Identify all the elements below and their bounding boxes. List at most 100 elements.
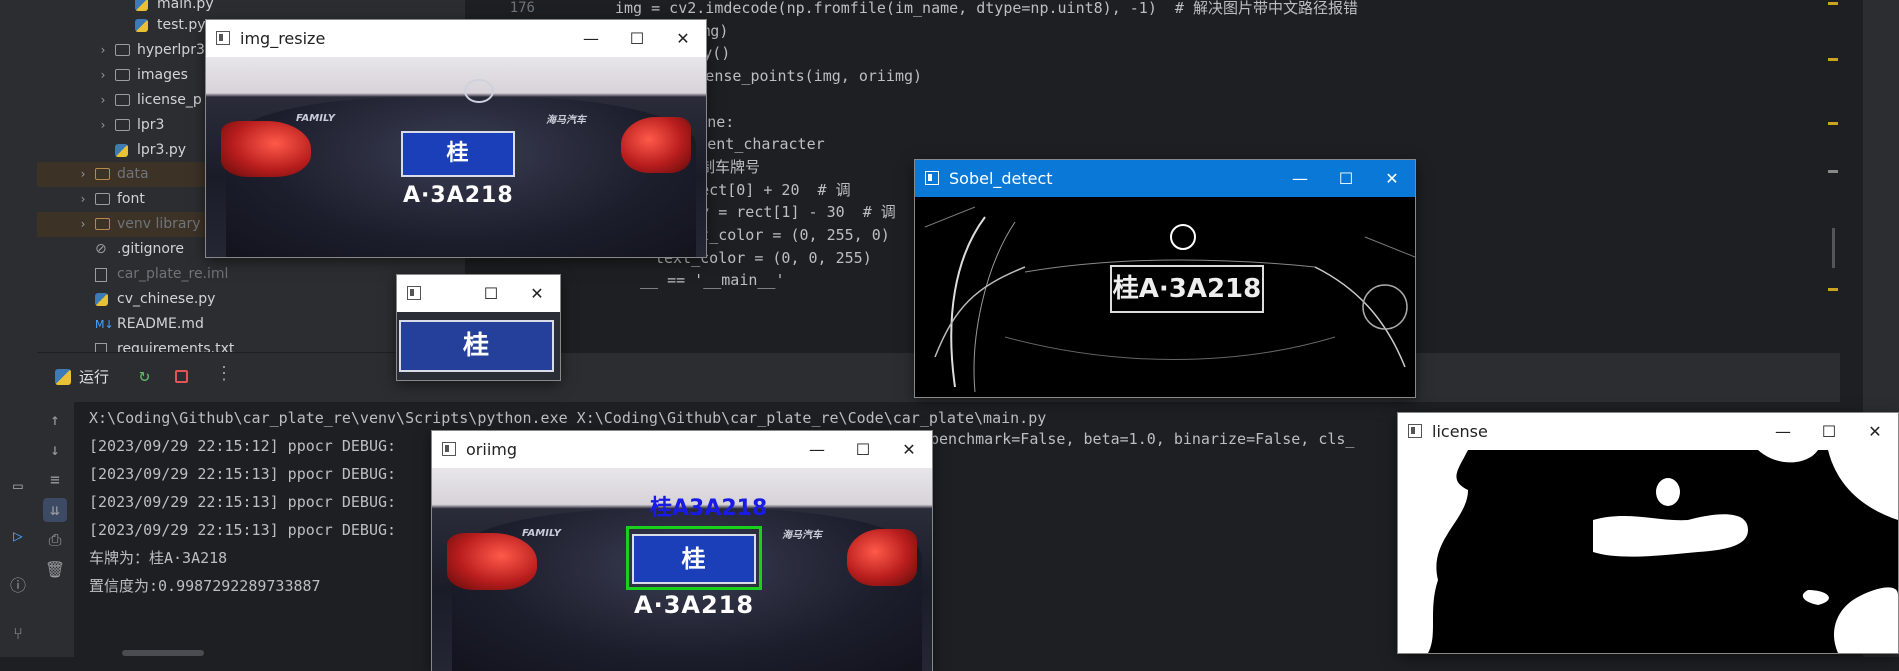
edge-plate: 桂A·3A218 [1110, 265, 1264, 313]
run-icon[interactable]: ▷ [6, 524, 30, 548]
print-icon[interactable]: ⎙ [43, 528, 67, 552]
console-line: [2023/09/29 22:15:12] ppocr DEBUG: [89, 437, 397, 455]
tree-item-label: .gitignore [117, 241, 184, 257]
minimize-button[interactable]: — [794, 431, 840, 468]
mask-blobs [1398, 450, 1898, 653]
chevron-right-icon[interactable]: › [77, 212, 89, 237]
img-resize-image: FAMILY 海马汽车 桂A·3A218 [206, 57, 706, 257]
chevron-right-icon[interactable]: › [97, 63, 109, 88]
maximize-button[interactable]: ☐ [1806, 413, 1852, 450]
close-button[interactable]: ✕ [1852, 413, 1898, 450]
window-app-icon [925, 171, 939, 185]
tree-item-label: images [137, 67, 188, 83]
tool-window-strip: ▭ ▷ ⓘ ⑂ [0, 0, 38, 657]
close-button[interactable]: ✕ [660, 20, 706, 57]
python-file-icon [115, 144, 128, 157]
tree-item-label: hyperlpr3 [137, 42, 205, 58]
tree-item-label: license_p [137, 92, 202, 108]
folder-icon [115, 94, 130, 106]
tree-item-label: font [117, 191, 145, 207]
oriimg-window[interactable]: oriimg — ☐ ✕ FAMILY 海马汽车 桂A3A218 桂A·3A21… [432, 431, 932, 671]
minimize-button[interactable]: — [568, 20, 614, 57]
problems-icon[interactable]: ⓘ [6, 574, 30, 598]
scroll-to-end-icon[interactable]: ⇊ [43, 498, 67, 522]
console-line: [2023/09/29 22:15:13] ppocr DEBUG: [89, 493, 397, 511]
license-plate: 桂A·3A218 [399, 320, 554, 380]
text-file-icon [95, 268, 107, 282]
license-mask-image [1398, 450, 1898, 653]
license-plate: 桂A·3A218 [401, 131, 515, 208]
close-button[interactable]: ✕ [514, 275, 560, 312]
license-titlebar[interactable]: license — ☐ ✕ [1398, 413, 1898, 450]
trash-icon[interactable]: 🗑 [43, 558, 67, 582]
run-tab-label[interactable]: 运行 [79, 366, 109, 387]
window-title: license [1432, 422, 1488, 441]
git-icon[interactable]: ⑂ [6, 622, 30, 646]
window-app-icon [1408, 424, 1422, 438]
chevron-right-icon[interactable]: › [97, 113, 109, 138]
line-number: 176 [509, 0, 535, 16]
python-file-icon [135, 0, 148, 11]
maximize-button[interactable]: ☐ [1323, 160, 1369, 197]
maximize-button[interactable]: ☐ [468, 275, 514, 312]
close-button[interactable]: ✕ [886, 431, 932, 468]
sobel-edge-image: 桂A·3A218 [915, 197, 1415, 397]
chevron-right-icon[interactable]: › [97, 38, 109, 63]
tree-item-label: cv_chinese.py [117, 291, 216, 307]
run-side-toolbar: ↑ ↓ ≡ ⇊ ⎙ 🗑 [37, 402, 74, 657]
tree-item-label: car_plate_re.iml [117, 266, 229, 282]
excluded-folder-icon [95, 168, 110, 180]
chevron-right-icon[interactable]: › [77, 162, 89, 187]
chevron-right-icon[interactable]: › [97, 88, 109, 113]
terminal-icon[interactable]: ▭ [6, 474, 30, 498]
plate-crop-image: 桂A·3A218 [397, 312, 560, 380]
window-app-icon [442, 442, 456, 456]
sobel-detect-window[interactable]: Sobel_detect — ☐ ✕ 桂A·3A218 [915, 160, 1415, 397]
sobel-detect-titlebar[interactable]: Sobel_detect — ☐ ✕ [915, 160, 1415, 197]
python-run-icon [55, 369, 71, 385]
editor-scrollbar[interactable] [1826, 0, 1840, 352]
markdown-icon: M↓ [95, 318, 114, 331]
more-options-icon[interactable]: ⋮ [215, 363, 233, 384]
tree-item-label: data [117, 166, 149, 182]
tree-item-label: README.md [117, 316, 204, 332]
minimize-button[interactable]: — [1760, 413, 1806, 450]
window-app-icon [216, 31, 230, 45]
img-resize-titlebar[interactable]: img_resize — ☐ ✕ [206, 20, 706, 57]
console-line: [2023/09/29 22:15:13] ppocr DEBUG: [89, 465, 397, 483]
folder-icon [115, 69, 130, 81]
folder-icon [95, 193, 110, 205]
folder-icon [115, 44, 130, 56]
recognized-plate-text: 桂A3A218 [650, 496, 768, 521]
window-title: img_resize [240, 29, 326, 48]
close-button[interactable]: ✕ [1369, 160, 1415, 197]
console-scrollbar[interactable] [122, 650, 204, 656]
plate-crop-titlebar[interactable]: ☐ ✕ [397, 275, 560, 312]
maximize-button[interactable]: ☐ [614, 20, 660, 57]
gitignore-icon: ⊘ [95, 241, 107, 257]
oriimg-titlebar[interactable]: oriimg — ☐ ✕ [432, 431, 932, 468]
tree-item-label: venv library [117, 216, 201, 232]
console-tail-text: benchmark=False, beta=1.0, binarize=Fals… [930, 430, 1355, 448]
chevron-right-icon[interactable]: › [77, 187, 89, 212]
python-file-icon [135, 19, 148, 32]
window-title: oriimg [466, 440, 517, 459]
maximize-button[interactable]: ☐ [840, 431, 886, 468]
up-arrow-icon[interactable]: ↑ [43, 408, 67, 432]
oriimg-image: FAMILY 海马汽车 桂A3A218 桂A·3A218 [432, 468, 932, 671]
down-arrow-icon[interactable]: ↓ [43, 438, 67, 462]
console-line: [2023/09/29 22:15:13] ppocr DEBUG: [89, 521, 397, 539]
console-line: X:\Coding\Github\car_plate_re\venv\Scrip… [89, 409, 1047, 427]
code-line[interactable]: __ == '__main__' [640, 266, 785, 294]
soft-wrap-icon[interactable]: ≡ [43, 468, 67, 492]
img-resize-window[interactable]: img_resize — ☐ ✕ FAMILY 海马汽车 桂A·3A218 [206, 20, 706, 257]
window-title: Sobel_detect [949, 169, 1053, 188]
stop-button[interactable] [175, 370, 188, 383]
minimize-button[interactable]: — [1277, 160, 1323, 197]
plate-crop-window[interactable]: ☐ ✕ 桂A·3A218 [397, 275, 560, 380]
tree-item-label: lpr3.py [137, 142, 187, 158]
folder-icon [115, 119, 130, 131]
license-window[interactable]: license — ☐ ✕ [1398, 413, 1898, 653]
console-line: 置信度为:0.9987292289733887 [89, 577, 321, 595]
rerun-icon[interactable]: ↻ [139, 365, 150, 386]
